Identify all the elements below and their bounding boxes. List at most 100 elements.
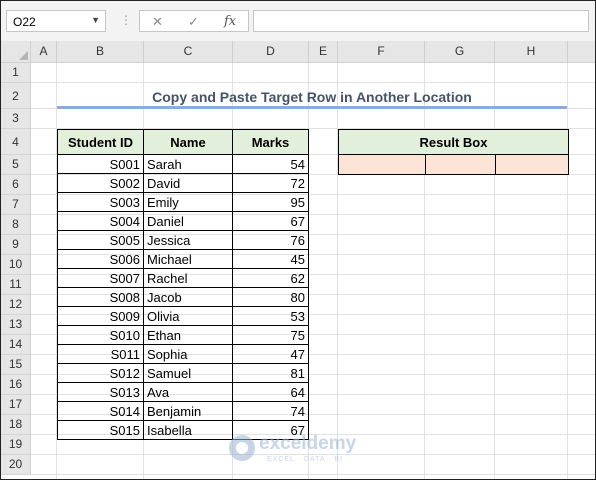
cell-marks[interactable]: 64 xyxy=(232,382,309,402)
header-student-id[interactable]: Student ID xyxy=(57,129,144,155)
cell-marks[interactable]: 62 xyxy=(232,268,309,288)
cell-student-id[interactable]: S001 xyxy=(57,154,144,174)
enter-icon[interactable]: ✓ xyxy=(188,14,199,30)
cell-name[interactable]: Jacob xyxy=(143,287,233,307)
sheet-title[interactable]: Copy and Paste Target Row in Another Loc… xyxy=(57,85,567,105)
cell-student-id[interactable]: S012 xyxy=(57,363,144,383)
row-header-10[interactable]: 10 xyxy=(1,255,31,275)
table-row: S014 Benjamin 74 xyxy=(57,401,309,421)
cell-marks[interactable]: 45 xyxy=(232,249,309,269)
cell-student-id[interactable]: S010 xyxy=(57,325,144,345)
cell-marks[interactable]: 47 xyxy=(232,344,309,364)
formula-bar: O22 ▼ ⋮ ✕ ✓ fx xyxy=(1,1,595,41)
row-header-6[interactable]: 6 xyxy=(1,175,31,195)
cell-student-id[interactable]: S015 xyxy=(57,420,144,440)
cell-name[interactable]: Michael xyxy=(143,249,233,269)
select-all-button[interactable] xyxy=(1,41,31,63)
row-header-20[interactable]: 20 xyxy=(1,455,31,475)
column-header-h[interactable]: H xyxy=(495,41,568,63)
cell-name[interactable]: Ethan xyxy=(143,325,233,345)
more-options-icon[interactable]: ⋮ xyxy=(120,13,132,27)
column-header-g[interactable]: G xyxy=(425,41,495,63)
cell-marks[interactable]: 76 xyxy=(232,230,309,250)
formula-input[interactable] xyxy=(253,10,589,32)
column-header-d[interactable]: D xyxy=(233,41,309,63)
exceldemy-watermark: exceldemy EXCEL · DATA · BI xyxy=(225,433,375,467)
table-header-row: Student ID Name Marks xyxy=(57,129,309,155)
cell-name[interactable]: Sarah xyxy=(143,154,233,174)
cell-student-id[interactable]: S006 xyxy=(57,249,144,269)
cell-marks[interactable]: 54 xyxy=(232,154,309,174)
row-header-11[interactable]: 11 xyxy=(1,275,31,295)
row-header-5[interactable]: 5 xyxy=(1,155,31,175)
select-all-icon xyxy=(19,51,28,60)
cell-name[interactable]: Benjamin xyxy=(143,401,233,421)
row-header-18[interactable]: 18 xyxy=(1,415,31,435)
result-box-header[interactable]: Result Box xyxy=(338,129,569,155)
row-header-17[interactable]: 17 xyxy=(1,395,31,415)
cell-student-id[interactable]: S009 xyxy=(57,306,144,326)
cancel-icon[interactable]: ✕ xyxy=(152,14,163,30)
cell-marks[interactable]: 75 xyxy=(232,325,309,345)
cell-marks[interactable]: 95 xyxy=(232,192,309,212)
column-header-extra[interactable] xyxy=(568,41,595,63)
row-header-13[interactable]: 13 xyxy=(1,315,31,335)
row-header-16[interactable]: 16 xyxy=(1,375,31,395)
table-row: S013 Ava 64 xyxy=(57,382,309,402)
table-row: S007 Rachel 62 xyxy=(57,268,309,288)
table-row: S008 Jacob 80 xyxy=(57,287,309,307)
column-header-c[interactable]: C xyxy=(144,41,233,63)
header-name[interactable]: Name xyxy=(143,129,233,155)
cell-student-id[interactable]: S003 xyxy=(57,192,144,212)
cell-marks[interactable]: 72 xyxy=(232,173,309,193)
row-header-8[interactable]: 8 xyxy=(1,215,31,235)
chevron-down-icon[interactable]: ▼ xyxy=(91,15,100,25)
row-header-19[interactable]: 19 xyxy=(1,435,31,455)
row-header-12[interactable]: 12 xyxy=(1,295,31,315)
cell-name[interactable]: Rachel xyxy=(143,268,233,288)
column-header-f[interactable]: F xyxy=(338,41,425,63)
row-header-2[interactable]: 2 xyxy=(1,83,31,109)
cell-student-id[interactable]: S014 xyxy=(57,401,144,421)
row-header-9[interactable]: 9 xyxy=(1,235,31,255)
row-header-15[interactable]: 15 xyxy=(1,355,31,375)
column-header-e[interactable]: E xyxy=(309,41,338,63)
cell-marks[interactable]: 53 xyxy=(232,306,309,326)
header-marks[interactable]: Marks xyxy=(232,129,309,155)
name-box[interactable]: O22 ▼ xyxy=(6,10,106,32)
row-header-4[interactable]: 4 xyxy=(1,129,31,155)
cell-marks[interactable]: 80 xyxy=(232,287,309,307)
result-cell-h5[interactable] xyxy=(495,154,569,175)
result-cell-g5[interactable] xyxy=(425,154,496,175)
row-header-3[interactable]: 3 xyxy=(1,109,31,129)
cell-student-id[interactable]: S005 xyxy=(57,230,144,250)
cell-marks[interactable]: 74 xyxy=(232,401,309,421)
cell-name[interactable]: Samuel xyxy=(143,363,233,383)
cell-name[interactable]: Sophia xyxy=(143,344,233,364)
cell-name[interactable]: Ava xyxy=(143,382,233,402)
row-header-1[interactable]: 1 xyxy=(1,63,31,83)
cell-student-id[interactable]: S013 xyxy=(57,382,144,402)
row-header-14[interactable]: 14 xyxy=(1,335,31,355)
formula-buttons: ✕ ✓ fx xyxy=(139,10,249,32)
cell-marks[interactable]: 81 xyxy=(232,363,309,383)
column-header-b[interactable]: B xyxy=(57,41,144,63)
cell-student-id[interactable]: S011 xyxy=(57,344,144,364)
insert-function-icon[interactable]: fx xyxy=(224,14,236,29)
cell-name[interactable]: Olivia xyxy=(143,306,233,326)
cell-name[interactable]: Isabella xyxy=(143,420,233,440)
cell-student-id[interactable]: S004 xyxy=(57,211,144,231)
cell-student-id[interactable]: S007 xyxy=(57,268,144,288)
table-row: S003 Emily 95 xyxy=(57,192,309,212)
column-header-a[interactable]: A xyxy=(31,41,57,63)
cell-marks[interactable]: 67 xyxy=(232,211,309,231)
cell-name[interactable]: Daniel xyxy=(143,211,233,231)
cell-name[interactable]: David xyxy=(143,173,233,193)
row-header-7[interactable]: 7 xyxy=(1,195,31,215)
watermark-tagline: EXCEL · DATA · BI xyxy=(267,456,343,463)
result-cell-f5[interactable] xyxy=(338,154,426,175)
cell-student-id[interactable]: S002 xyxy=(57,173,144,193)
cell-student-id[interactable]: S008 xyxy=(57,287,144,307)
cell-name[interactable]: Emily xyxy=(143,192,233,212)
cell-name[interactable]: Jessica xyxy=(143,230,233,250)
